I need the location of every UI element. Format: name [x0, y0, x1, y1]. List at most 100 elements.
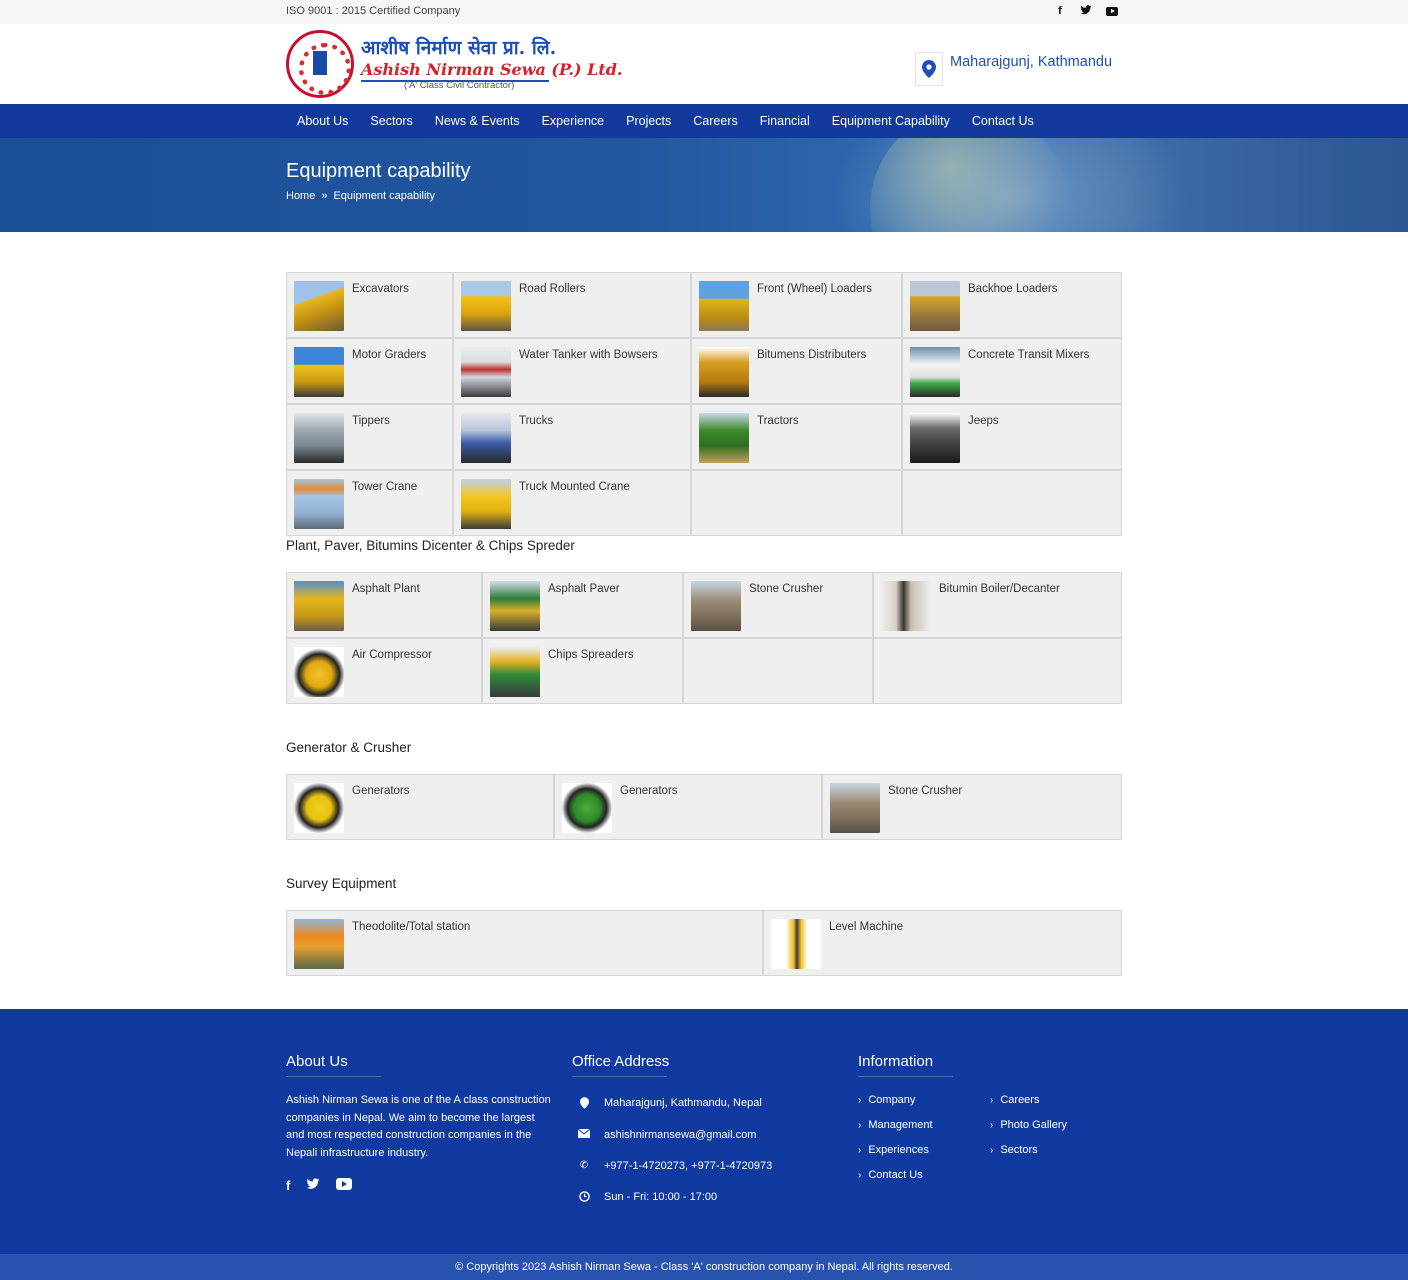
equipment-item[interactable]: Concrete Transit Mixers [903, 339, 1121, 403]
nav-financial[interactable]: Financial [749, 104, 821, 138]
equipment-item[interactable]: Bitumens Distributers [692, 339, 901, 403]
nav-sectors[interactable]: Sectors [359, 104, 423, 138]
wheel-loader-image [699, 281, 749, 331]
equipment-item[interactable]: Generators [555, 775, 821, 839]
equipment-item[interactable]: Truck Mounted Crane [454, 471, 690, 535]
facebook-icon[interactable]: f [286, 1178, 290, 1193]
footer-info-title: Information [858, 1053, 934, 1070]
nav-experience[interactable]: Experience [531, 104, 616, 138]
footer-link-label: Experiences [868, 1144, 929, 1156]
equipment-label: Tower Crane [352, 481, 418, 493]
equipment-item[interactable]: Backhoe Loaders [903, 273, 1121, 337]
nav-contact-us[interactable]: Contact Us [961, 104, 1045, 138]
company-logo-seal[interactable] [286, 30, 354, 98]
equipment-label: Asphalt Plant [352, 583, 420, 595]
equipment-item[interactable]: Excavators [287, 273, 452, 337]
equipment-item[interactable]: Trucks [454, 405, 690, 469]
equipment-item[interactable]: Air Compressor [287, 639, 481, 703]
footer-link-label: Contact Us [868, 1169, 923, 1181]
nav-careers[interactable]: Careers [682, 104, 748, 138]
equipment-item[interactable]: Motor Graders [287, 339, 452, 403]
equipment-item[interactable]: Stone Crusher [684, 573, 872, 637]
twitter-icon[interactable] [1080, 4, 1092, 18]
copyright-bar: © Copyrights 2023 Ashish Nirman Sewa - C… [0, 1254, 1408, 1280]
equipment-label: Excavators [352, 283, 409, 295]
bitumin-boiler-image [881, 581, 931, 631]
footer-email-text[interactable]: ashishnirmansewa@gmail.com [604, 1129, 756, 1141]
equipment-item[interactable]: Stone Crusher [823, 775, 1121, 839]
empty-cell [874, 639, 1121, 703]
chevron-right-icon: › [990, 1145, 994, 1156]
equipment-item[interactable]: Bitumin Boiler/Decanter [874, 573, 1121, 637]
equipment-item[interactable]: Water Tanker with Bowsers [454, 339, 690, 403]
page-banner: Equipment capability Home » Equipment ca… [0, 138, 1408, 232]
equipment-item[interactable]: Tractors [692, 405, 901, 469]
banner-helmet-image [870, 138, 1070, 232]
footer-link-label: Careers [1000, 1094, 1040, 1106]
nav-projects[interactable]: Projects [615, 104, 682, 138]
chevron-right-icon: › [858, 1095, 862, 1106]
equipment-item[interactable]: Level Machine [764, 911, 1121, 975]
header-location: Maharajgunj, Kathmandu [950, 54, 1113, 70]
nav-equipment-capability[interactable]: Equipment Capability [821, 104, 961, 138]
twitter-icon[interactable] [306, 1177, 320, 1194]
empty-cell [684, 639, 872, 703]
stone-crusher-image [691, 581, 741, 631]
tipper-image [294, 413, 344, 463]
nav-news-events[interactable]: News & Events [424, 104, 531, 138]
equipment-item[interactable]: Front (Wheel) Loaders [692, 273, 901, 337]
equipment-label: Stone Crusher [749, 583, 824, 595]
equipment-item[interactable]: Tower Crane [287, 471, 452, 535]
air-compressor-image [294, 647, 344, 697]
motor-grader-image [294, 347, 344, 397]
equipment-label: Chips Spreaders [548, 649, 634, 661]
nav-about-us[interactable]: About Us [286, 104, 359, 138]
main-navigation: About Us Sectors News & Events Experienc… [0, 104, 1408, 138]
footer-link-careers[interactable]: › Careers [990, 1094, 1039, 1106]
site-footer: About Us Ashish Nirman Sewa is one of th… [0, 1009, 1408, 1254]
footer-email: ashishnirmansewa@gmail.com [577, 1128, 756, 1141]
equipment-item[interactable]: Jeeps [903, 405, 1121, 469]
equipment-item[interactable]: Chips Spreaders [483, 639, 682, 703]
breadcrumb-home[interactable]: Home [286, 190, 315, 202]
equipment-item[interactable]: Asphalt Paver [483, 573, 682, 637]
equipment-label: Water Tanker with Bowsers [519, 349, 658, 361]
equipment-item[interactable]: Generators [287, 775, 553, 839]
chevron-right-icon: › [858, 1170, 862, 1181]
generator-yellow-image [294, 783, 344, 833]
footer-link-sectors[interactable]: › Sectors [990, 1144, 1038, 1156]
youtube-icon[interactable] [1106, 7, 1118, 16]
site-header: आशीष निर्माण सेवा प्रा. लि. Ashish Nirma… [0, 24, 1408, 104]
equipment-label: Road Rollers [519, 283, 586, 295]
footer-link-photo-gallery[interactable]: › Photo Gallery [990, 1119, 1067, 1131]
equipment-label: Level Machine [829, 921, 904, 933]
equipment-label: Theodolite/Total station [352, 921, 471, 933]
footer-link-company[interactable]: › Company [858, 1094, 915, 1106]
jeep-image [910, 413, 960, 463]
footer-divider [286, 1076, 381, 1077]
truck-crane-image [461, 479, 511, 529]
footer-link-contact[interactable]: › Contact Us [858, 1169, 923, 1181]
asphalt-plant-image [294, 581, 344, 631]
equipment-label: Tractors [757, 415, 799, 427]
equipment-item[interactable]: Theodolite/Total station [287, 911, 762, 975]
footer-link-experiences[interactable]: › Experiences [858, 1144, 929, 1156]
equipment-grid-plant: Asphalt Plant Asphalt Paver Stone Crushe… [286, 572, 1122, 704]
page-title: Equipment capability [286, 160, 471, 182]
equipment-label: Bitumin Boiler/Decanter [939, 583, 1060, 595]
footer-link-label: Management [868, 1119, 933, 1131]
chevron-right-icon: › [990, 1120, 994, 1131]
footer-link-management[interactable]: › Management [858, 1119, 933, 1131]
equipment-label: Generators [620, 785, 678, 797]
empty-cell [903, 471, 1121, 535]
breadcrumb-separator-icon: » [321, 190, 328, 202]
equipment-item[interactable]: Asphalt Plant [287, 573, 481, 637]
equipment-item[interactable]: Road Rollers [454, 273, 690, 337]
footer-hours: Sun - Fri: 10:00 - 17:00 [578, 1191, 717, 1203]
equipment-item[interactable]: Tippers [287, 405, 452, 469]
youtube-icon[interactable] [336, 1178, 353, 1193]
road-roller-image [461, 281, 511, 331]
footer-office-title: Office Address [572, 1053, 670, 1070]
equipment-grid-generator: Generators Generators Stone Crusher [286, 774, 1122, 840]
facebook-icon[interactable]: f [1054, 4, 1066, 18]
